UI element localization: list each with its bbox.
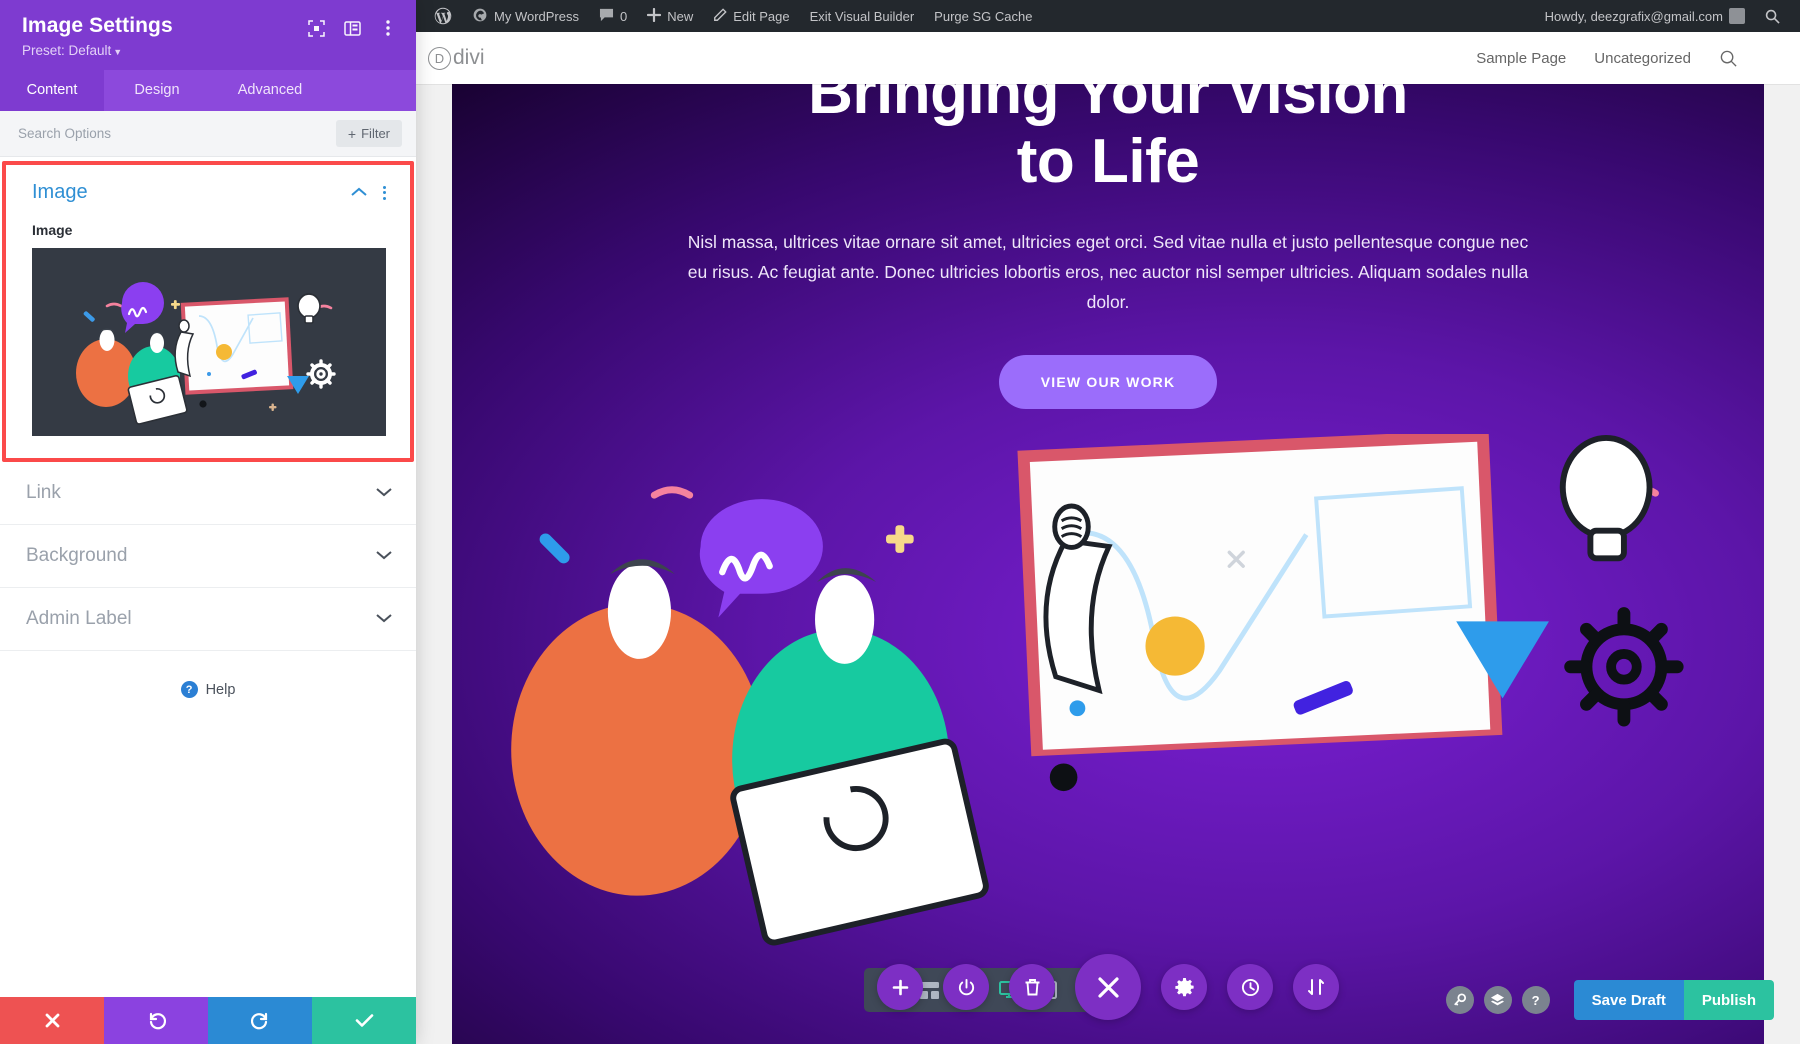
- admin-bar-search-icon[interactable]: [1755, 0, 1790, 32]
- comment-icon: [599, 8, 614, 25]
- chevron-down-icon: ▼: [113, 47, 123, 58]
- tab-content[interactable]: Content: [0, 70, 104, 112]
- image-settings-panel: Image Settings Preset: Default ▼ Content…: [0, 0, 416, 1044]
- chevron-down-icon: [376, 610, 392, 628]
- focus-icon[interactable]: [306, 18, 326, 38]
- portability-button[interactable]: [1293, 964, 1339, 1010]
- image-field-label: Image: [32, 222, 73, 239]
- view-our-work-button[interactable]: VIEW OUR WORK: [998, 355, 1218, 410]
- admin-bar-item-exit-visual-builder[interactable]: Exit Visual Builder: [800, 0, 925, 32]
- hero-title-line1: Bringing Your Vision: [808, 84, 1408, 127]
- redo-button[interactable]: [208, 997, 312, 1044]
- logo-mark: D: [428, 46, 451, 70]
- save-button[interactable]: [312, 997, 416, 1044]
- tab-advanced[interactable]: Advanced: [210, 70, 330, 111]
- publish-group: Save Draft Publish: [1560, 980, 1774, 1020]
- discard-changes-button[interactable]: [0, 997, 104, 1044]
- panel-preset-selector[interactable]: Preset: Default ▼: [22, 43, 173, 58]
- panel-body: Image Image Link Background Admin Label …: [0, 157, 416, 997]
- settings-tabs: Content Design Advanced: [0, 70, 416, 112]
- site-nav: Sample Page Uncategorized: [1476, 49, 1738, 68]
- panel-layout-icon[interactable]: [342, 18, 362, 38]
- nav-item-sample-page[interactable]: Sample Page: [1476, 50, 1566, 67]
- plus-icon: +: [347, 125, 357, 142]
- close-builder-button[interactable]: [1075, 954, 1141, 1020]
- hero-section: Bringing Your Vision to Life Nisl massa,…: [452, 84, 1764, 1044]
- page-settings-button[interactable]: [943, 964, 989, 1010]
- admin-bar-label: Edit Page: [733, 8, 790, 24]
- layers-view-button[interactable]: [1483, 986, 1512, 1014]
- section-link-title: Link: [26, 482, 61, 504]
- section-image: Image Image: [6, 165, 410, 458]
- divi-visual-builder: Image Settings Preset: Default ▼ Content…: [0, 0, 1800, 1044]
- avatar: [1729, 8, 1745, 24]
- add-module-button[interactable]: [877, 964, 923, 1010]
- search-input[interactable]: Search Options: [18, 126, 111, 141]
- admin-bar-howdy[interactable]: Howdy, deezgrafix@gmail.com: [1535, 0, 1755, 32]
- wordpress-admin-bar: My WordPress 0 New Edit Page Exit Visual…: [416, 0, 1800, 32]
- wordpress-logo-icon[interactable]: [424, 0, 462, 32]
- chevron-down-icon: [376, 547, 392, 565]
- page-preview-stage: My WordPress 0 New Edit Page Exit Visual…: [416, 0, 1800, 1044]
- howdy-label: Howdy, deezgrafix@gmail.com: [1544, 8, 1723, 24]
- search-layout-button[interactable]: [1445, 986, 1474, 1014]
- section-image-title: Image: [32, 181, 88, 204]
- help-button[interactable]: ?: [1521, 986, 1550, 1014]
- section-background-title: Background: [26, 545, 128, 567]
- builder-right-bar: ? Save Draft Publish: [1445, 980, 1774, 1020]
- dashboard-icon: [472, 7, 488, 26]
- admin-bar-item-new[interactable]: New: [637, 0, 703, 32]
- section-background[interactable]: Background: [0, 525, 416, 589]
- comment-count: 0: [620, 8, 628, 24]
- filter-label: Filter: [361, 126, 390, 142]
- builder-action-bar: [877, 954, 1339, 1020]
- admin-bar-item-comments[interactable]: 0: [589, 0, 637, 32]
- preset-label: Preset: Default: [22, 43, 112, 59]
- panel-header: Image Settings Preset: Default ▼: [0, 0, 416, 71]
- help-label: Help: [205, 681, 236, 698]
- undo-button[interactable]: [104, 997, 208, 1044]
- tab-design[interactable]: Design: [104, 70, 210, 111]
- admin-bar-label: New: [667, 8, 694, 24]
- help-link[interactable]: ? Help: [0, 651, 416, 728]
- builder-settings-button[interactable]: [1161, 964, 1207, 1010]
- question-icon: ?: [180, 681, 198, 699]
- chevron-up-icon[interactable]: [351, 184, 367, 202]
- section-link[interactable]: Link: [0, 462, 416, 526]
- admin-bar-item-purge-sg-cache[interactable]: Purge SG Cache: [924, 0, 1042, 32]
- panel-title: Image Settings: [22, 14, 173, 37]
- hero-illustration: [452, 429, 1764, 1034]
- panel-more-icon[interactable]: [378, 18, 398, 38]
- search-row: Search Options + Filter: [0, 111, 416, 158]
- site-header: D divi Sample Page Uncategorized: [416, 32, 1800, 84]
- panel-footer: [0, 997, 416, 1044]
- divi-logo[interactable]: D divi: [428, 46, 485, 70]
- hero-title-line2: to Life: [1016, 127, 1200, 197]
- chevron-down-icon: [376, 484, 392, 502]
- section-admin-label-title: Admin Label: [26, 608, 132, 630]
- logo-text: divi: [453, 46, 485, 69]
- admin-bar-item-my-wordpress[interactable]: My WordPress: [462, 0, 589, 32]
- highlighted-image-section: Image Image: [2, 161, 414, 463]
- delete-layout-button[interactable]: [1009, 964, 1055, 1010]
- plus-icon: [647, 7, 662, 25]
- admin-bar-label: My WordPress: [494, 8, 579, 24]
- filter-button[interactable]: + Filter: [335, 120, 402, 148]
- image-preview[interactable]: [32, 248, 386, 437]
- hero-paragraph: Nisl massa, ultrices vitae ornare sit am…: [687, 231, 1529, 313]
- site-search-icon[interactable]: [1719, 49, 1738, 68]
- section-admin-label[interactable]: Admin Label: [0, 588, 416, 652]
- pencil-icon: [713, 7, 727, 25]
- editing-history-button[interactable]: [1227, 964, 1273, 1010]
- section-more-icon[interactable]: [383, 185, 386, 200]
- publish-button[interactable]: Publish: [1683, 980, 1774, 1020]
- save-draft-button[interactable]: Save Draft: [1573, 980, 1684, 1020]
- hero-title: Bringing Your Vision to Life: [452, 84, 1764, 197]
- admin-bar-item-edit-page[interactable]: Edit Page: [703, 0, 799, 32]
- nav-item-uncategorized[interactable]: Uncategorized: [1594, 50, 1691, 67]
